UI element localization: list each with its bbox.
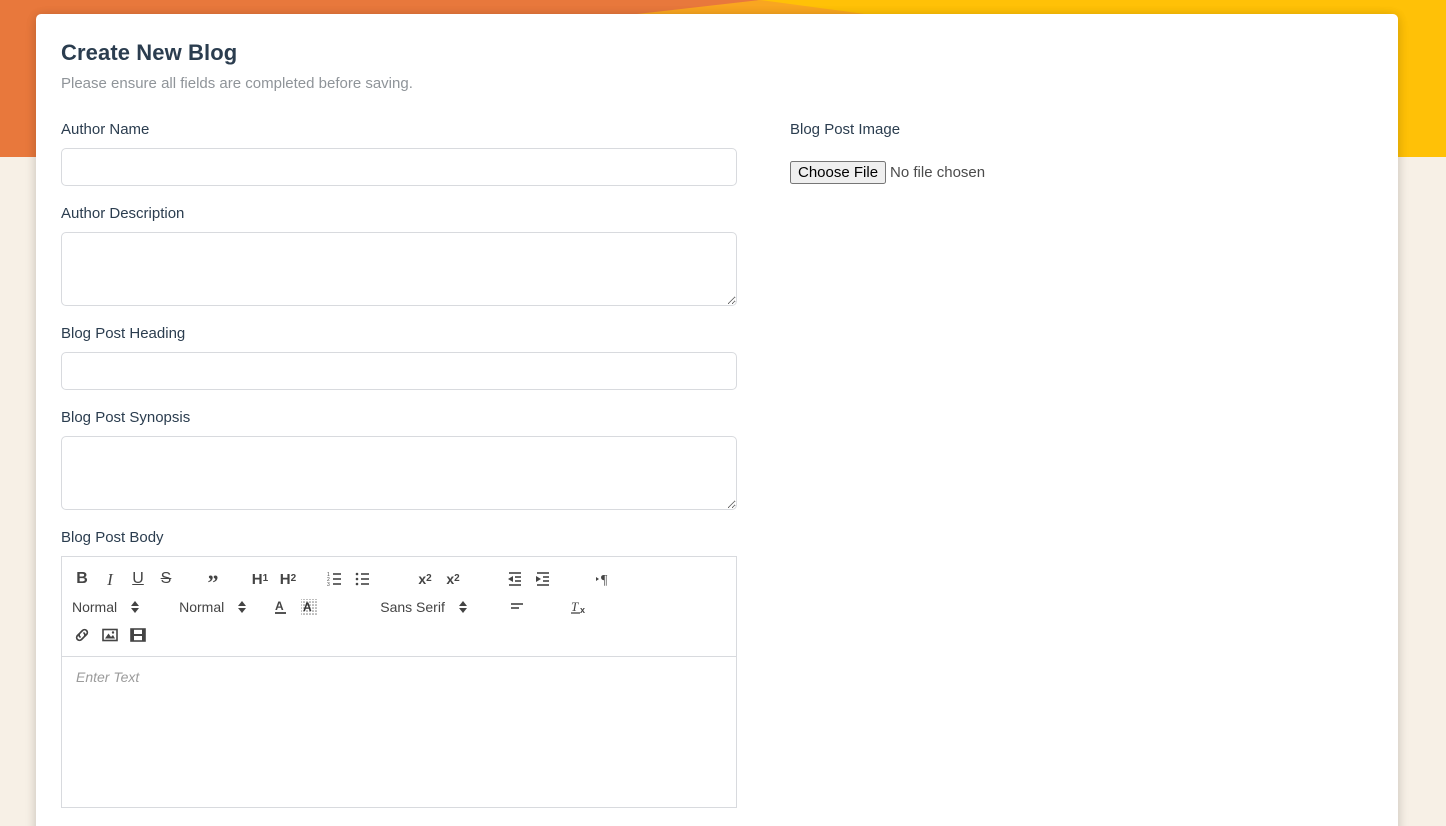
field-blog-post-body: Blog Post Body B I U S ” H 1 H 2 1 2 3 x… <box>61 529 761 809</box>
superscript-number: 2 <box>454 573 460 585</box>
ordered-list-icon[interactable]: 1 2 3 <box>321 567 349 591</box>
indent-icon[interactable] <box>529 567 557 591</box>
align-icon[interactable] <box>503 595 531 619</box>
background-color-icon[interactable]: A <box>295 595 323 619</box>
svg-text:A: A <box>303 600 312 614</box>
blog-post-synopsis-label: Blog Post Synopsis <box>61 409 191 427</box>
author-description-textarea[interactable] <box>61 232 737 307</box>
superscript-letter: x <box>446 571 455 588</box>
rich-text-editor: B I U S ” H1 H 2 1 2 3 x 2 x 2 ¶ Normal … <box>61 556 737 809</box>
blog-post-body-label: Blog Post Body <box>61 529 164 547</box>
svg-text:x: x <box>580 605 585 615</box>
heading-1-letter: H <box>251 570 263 588</box>
svg-text:A: A <box>275 599 284 613</box>
toolbar-row-1: B I U S ” H1 H 2 1 2 3 x 2 x 2 ¶ <box>68 565 730 594</box>
toolbar-row-3 <box>68 621 730 649</box>
strikethrough-icon[interactable]: S <box>152 567 180 591</box>
form-left-column: Author Name Author Description Blog Post… <box>61 121 761 826</box>
svg-text:T: T <box>571 599 579 614</box>
heading-1-subscript: 1 <box>262 573 269 585</box>
font-picker-chevron-icon <box>458 601 467 614</box>
blog-post-synopsis-textarea[interactable] <box>61 436 737 511</box>
editor-toolbar: B I U S ” H1 H 2 1 2 3 x 2 x 2 ¶ Normal … <box>62 557 736 658</box>
heading-2-icon[interactable]: H2 <box>274 567 302 591</box>
font-picker-label: Sans Serif <box>380 599 445 616</box>
form-right-column: Blog Post Image <box>761 121 1373 826</box>
field-author-description: Author Description <box>61 205 761 307</box>
bold-icon[interactable]: B <box>68 567 96 591</box>
field-blog-post-image: Blog Post Image <box>790 121 1373 185</box>
text-direction-icon[interactable]: ¶ <box>591 567 619 591</box>
field-author-name: Author Name <box>61 121 761 187</box>
header-picker[interactable]: Normal <box>68 595 141 619</box>
blockquote-icon[interactable]: ” <box>199 567 227 593</box>
blog-post-image-label: Blog Post Image <box>790 121 901 139</box>
svg-text:¶: ¶ <box>601 573 608 588</box>
bullet-list-icon[interactable] <box>349 567 377 591</box>
field-blog-post-heading: Blog Post Heading <box>61 325 761 391</box>
underline-icon[interactable]: U <box>124 567 152 591</box>
blog-post-heading-input[interactable] <box>61 352 737 391</box>
field-blog-post-synopsis: Blog Post Synopsis <box>61 409 761 511</box>
header-picker-chevron-icon <box>131 601 140 614</box>
image-icon[interactable] <box>96 623 124 647</box>
subscript-letter: x <box>418 571 427 588</box>
editor-content-area[interactable]: Enter Text <box>62 657 736 808</box>
font-color-icon[interactable]: A <box>267 595 295 619</box>
clear-formatting-icon[interactable]: T x <box>565 595 593 619</box>
page-title: Create New Blog <box>61 40 238 65</box>
font-picker[interactable]: Sans Serif <box>376 595 469 619</box>
size-picker[interactable]: Normal <box>175 595 248 619</box>
svg-text:3: 3 <box>327 582 330 588</box>
video-icon[interactable] <box>124 623 152 647</box>
heading-2-subscript: 2 <box>290 573 297 585</box>
size-picker-label: Normal <box>179 599 225 616</box>
header-picker-label: Normal <box>72 599 118 616</box>
editor-placeholder: Enter Text <box>76 669 140 686</box>
subscript-number: 2 <box>426 573 432 585</box>
size-picker-chevron-icon <box>238 601 247 614</box>
toolbar-row-2: Normal Normal A A Sans Serif T x <box>68 593 730 621</box>
italic-icon[interactable]: I <box>96 567 124 591</box>
file-input-row <box>790 161 1373 185</box>
author-description-label: Author Description <box>61 205 185 223</box>
outdent-icon[interactable] <box>501 567 529 591</box>
superscript-icon[interactable]: x2 <box>439 567 467 591</box>
blog-post-image-file-input[interactable] <box>790 161 1074 185</box>
heading-2-letter: H <box>279 570 291 588</box>
create-blog-card: Create New Blog Please ensure all fields… <box>36 14 1398 826</box>
link-icon[interactable] <box>68 623 96 647</box>
subscript-icon[interactable]: x2 <box>411 567 439 591</box>
form-columns: Author Name Author Description Blog Post… <box>61 121 1373 826</box>
heading-1-icon[interactable]: H1 <box>246 567 274 591</box>
blog-post-heading-label: Blog Post Heading <box>61 325 186 343</box>
author-name-input[interactable] <box>61 148 737 187</box>
page-subtitle: Please ensure all fields are completed b… <box>61 74 413 92</box>
author-name-label: Author Name <box>61 121 150 139</box>
